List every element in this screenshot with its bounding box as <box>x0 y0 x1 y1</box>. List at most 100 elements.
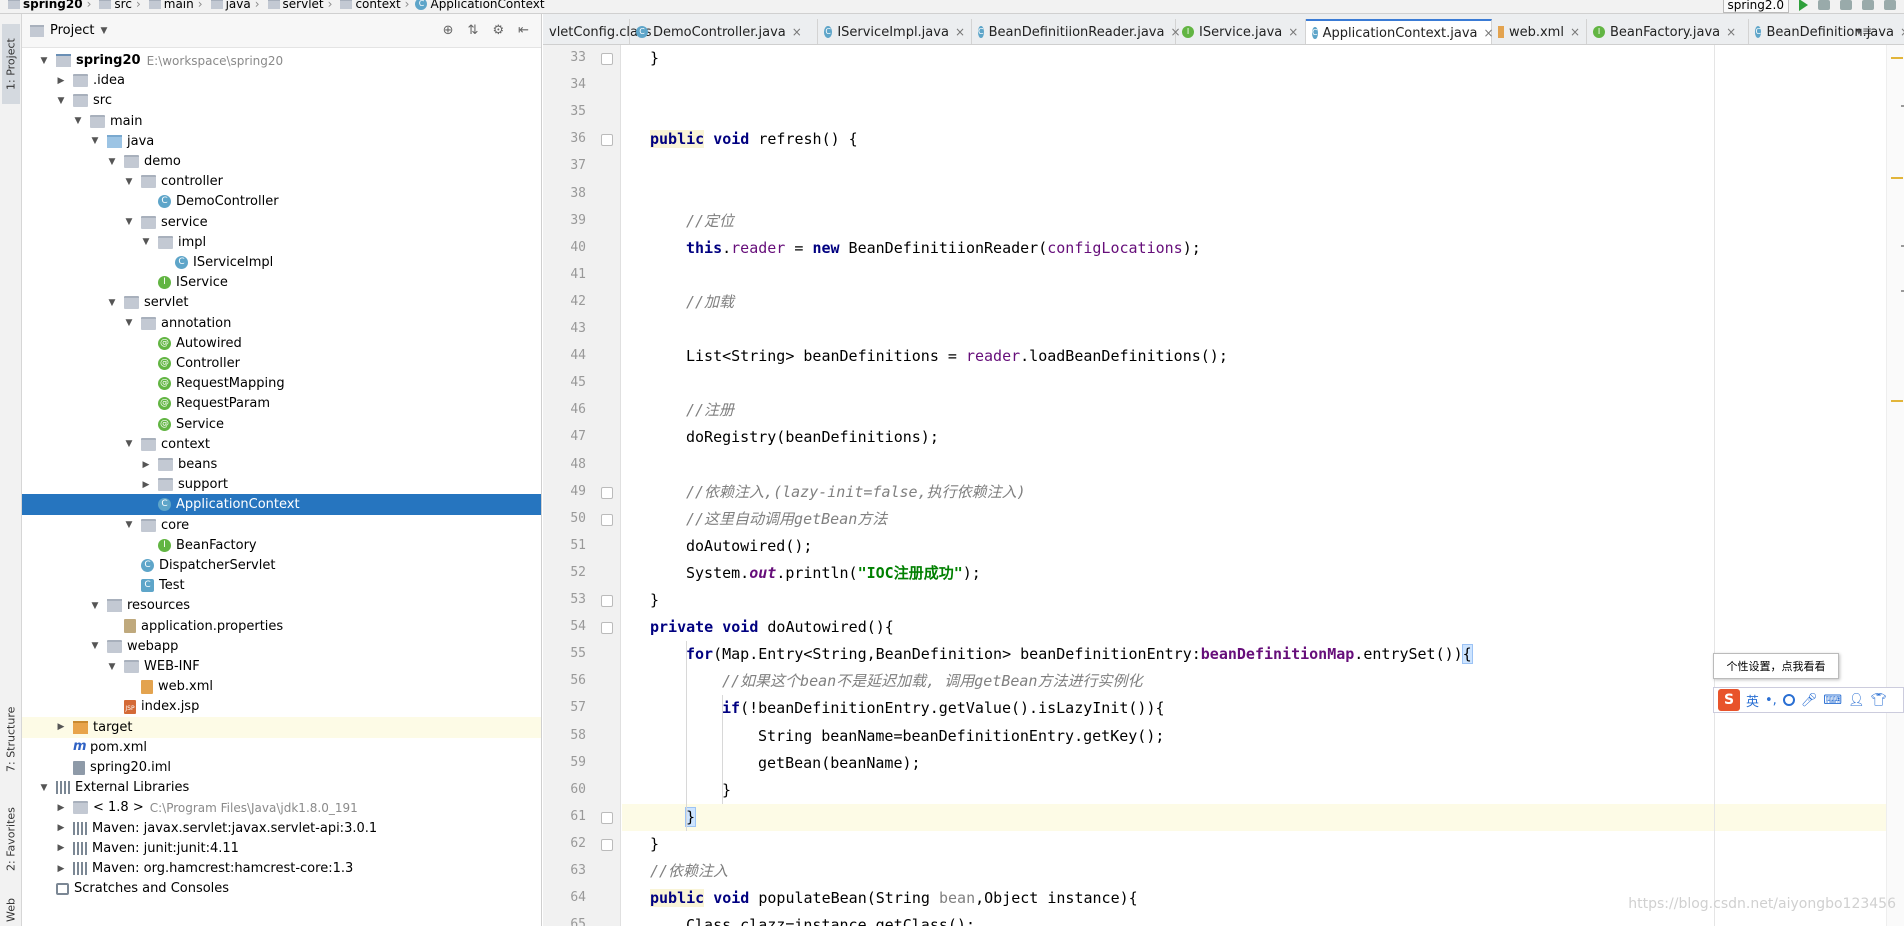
tree-node[interactable]: ▼ core <box>22 515 541 536</box>
chevron-down-icon[interactable]: ▼ <box>38 56 50 66</box>
project-panel-title[interactable]: Project <box>50 23 94 38</box>
scroll-from-source-icon[interactable]: ⊕ <box>443 23 454 38</box>
tree-node[interactable]: m pom.xml <box>22 737 541 758</box>
warning-marker[interactable] <box>1891 177 1903 179</box>
code-line[interactable]: doAutowired(); <box>622 533 1904 560</box>
tree-node[interactable]: JSP index.jsp <box>22 696 541 717</box>
code-line[interactable]: public void refresh() { <box>622 126 1904 153</box>
stop-icon[interactable] <box>1862 0 1874 10</box>
breadcrumb-item[interactable]: main <box>164 0 194 11</box>
structure-tool-tab[interactable]: 7: Structure <box>2 694 20 784</box>
chevron-right-icon[interactable]: ▶ <box>55 722 67 732</box>
tree-node[interactable]: ▼ controller <box>22 171 541 192</box>
gear-icon[interactable]: ⚙ <box>492 23 504 38</box>
fold-marker-icon[interactable] <box>601 811 613 824</box>
fold-marker-icon[interactable] <box>601 134 613 147</box>
code-line[interactable]: //如果这个bean不是延迟加载, 调用getBean方法进行实例化 <box>622 668 1904 695</box>
run-configuration-select[interactable]: spring2.0 <box>1722 0 1789 13</box>
run-icon[interactable] <box>1799 0 1808 11</box>
code-line[interactable] <box>622 153 1904 180</box>
code-line[interactable]: doRegistry(beanDefinitions); <box>622 424 1904 451</box>
tree-node[interactable]: ▼ context <box>22 434 541 455</box>
ime-mode-toggle[interactable]: 英 <box>1746 691 1759 710</box>
code-line[interactable]: private void doAutowired(){ <box>622 614 1904 641</box>
chevron-down-icon[interactable]: ▼ <box>123 217 135 227</box>
code-line[interactable] <box>622 181 1904 208</box>
editor-tab[interactable]: C IServiceImpl.java × <box>818 19 972 44</box>
tree-node[interactable]: ▼ servlet <box>22 292 541 313</box>
tree-node[interactable]: ▶ support <box>22 474 541 495</box>
chevron-right-icon[interactable]: ▶ <box>55 76 67 86</box>
code-line[interactable]: //依赖注入 <box>622 858 1904 885</box>
punctuation-icon[interactable]: •, <box>1765 693 1777 708</box>
coverage-icon[interactable] <box>1840 0 1852 10</box>
tree-node[interactable]: spring20.iml <box>22 757 541 778</box>
code-line[interactable] <box>622 262 1904 289</box>
close-icon[interactable]: × <box>955 25 965 39</box>
keyboard-icon[interactable]: ⌨ <box>1823 693 1842 708</box>
chevron-down-icon[interactable]: ▼ <box>140 237 152 247</box>
tree-node[interactable]: @ Controller <box>22 353 541 374</box>
chevron-down-icon[interactable]: ▼ <box>89 601 101 611</box>
favorites-tool-tab[interactable]: 2: Favorites <box>2 794 20 884</box>
breadcrumb-item[interactable]: context <box>355 0 400 11</box>
tree-node[interactable]: ▶ .idea <box>22 70 541 91</box>
chevron-right-icon[interactable]: ▶ <box>140 460 152 470</box>
editor-tab[interactable]: C DemoController.java × <box>630 19 818 44</box>
warning-marker[interactable] <box>1891 57 1903 59</box>
tree-node[interactable]: ▼ WEB-INF <box>22 656 541 677</box>
hide-icon[interactable]: ⇤ <box>518 23 529 38</box>
skin-icon[interactable]: 👕︎ <box>1871 693 1888 708</box>
chevron-right-icon[interactable]: ▶ <box>55 864 67 874</box>
code-line[interactable]: } <box>622 587 1904 614</box>
tree-node[interactable]: ▶ Maven: junit:junit:4.11 <box>22 838 541 859</box>
tree-node[interactable]: @ Autowired <box>22 333 541 354</box>
code-line[interactable]: } <box>622 803 1904 831</box>
chevron-right-icon[interactable]: ▶ <box>55 803 67 813</box>
tree-node[interactable]: I BeanFactory <box>22 535 541 556</box>
code-line[interactable]: } <box>622 831 1904 858</box>
code-line[interactable]: //依赖注入,(lazy-init=false,执行依赖注入) <box>622 479 1904 506</box>
tree-node[interactable]: ▶ < 1.8 > C:\Program Files\Java\jdk1.8.0_1… <box>22 797 541 818</box>
emoji-icon[interactable] <box>1782 694 1795 706</box>
tree-node[interactable]: ▼ demo <box>22 151 541 172</box>
fold-marker-icon[interactable] <box>601 53 613 65</box>
tree-node[interactable]: I IService <box>22 272 541 293</box>
chevron-down-icon[interactable]: ▼ <box>123 520 135 530</box>
editor-tab[interactable]: C BeanDefinition.java × <box>1749 19 1904 44</box>
tree-node[interactable]: ▼ annotation <box>22 313 541 334</box>
code-line[interactable]: System.out.println("IOC注册成功"); <box>622 560 1904 587</box>
chevron-down-icon[interactable]: ▼ <box>89 136 101 146</box>
chevron-down-icon[interactable]: ▼ <box>123 439 135 449</box>
code-line[interactable]: this.reader = new BeanDefinitiionReader(… <box>622 235 1904 262</box>
tree-node[interactable]: ▶ Maven: javax.servlet:javax.servlet-api:… <box>22 818 541 839</box>
code-line[interactable]: for(Map.Entry<String,BeanDefinition> bea… <box>622 641 1904 668</box>
tree-node[interactable]: C DispatcherServlet <box>22 555 541 576</box>
editor-tab[interactable]: I IService.java × <box>1176 19 1306 44</box>
editor-tab[interactable]: web.xml × <box>1492 19 1587 44</box>
web-tool-tab[interactable]: Web <box>2 894 20 926</box>
chevron-down-icon[interactable]: ▼ <box>72 116 84 126</box>
tree-node[interactable]: ▼ webapp <box>22 636 541 657</box>
code-area[interactable]: } public void refresh() {//定位 this.reader … <box>622 45 1904 926</box>
code-line[interactable]: Class clazz=instance.getClass(); <box>622 912 1904 926</box>
fold-marker-icon[interactable] <box>601 838 613 851</box>
chevron-down-icon[interactable]: ▼ <box>106 662 118 672</box>
code-line[interactable] <box>622 316 1904 343</box>
editor-tab[interactable]: C ApplicationContext.java × <box>1306 19 1494 44</box>
fold-marker-icon[interactable] <box>601 486 613 499</box>
code-line[interactable] <box>622 72 1904 99</box>
close-icon[interactable]: × <box>1726 25 1736 39</box>
code-line[interactable] <box>622 370 1904 397</box>
tree-node[interactable]: ▼ service <box>22 212 541 233</box>
chevron-down-icon[interactable]: ▼ <box>55 96 67 106</box>
tree-node[interactable]: application.properties <box>22 616 541 637</box>
tree-node[interactable]: ▼ src <box>22 90 541 111</box>
tree-node[interactable]: ▼ External Libraries <box>22 777 541 798</box>
code-line[interactable]: String beanName=beanDefinitionEntry.getK… <box>622 723 1904 750</box>
chevron-right-icon[interactable]: ▶ <box>140 480 152 490</box>
tree-node[interactable]: ▶ target <box>22 716 541 738</box>
close-icon[interactable]: × <box>792 25 802 39</box>
editor-tab[interactable]: C BeanDefinitiionReader.java × <box>972 19 1181 44</box>
tree-node[interactable]: C Test <box>22 575 541 596</box>
